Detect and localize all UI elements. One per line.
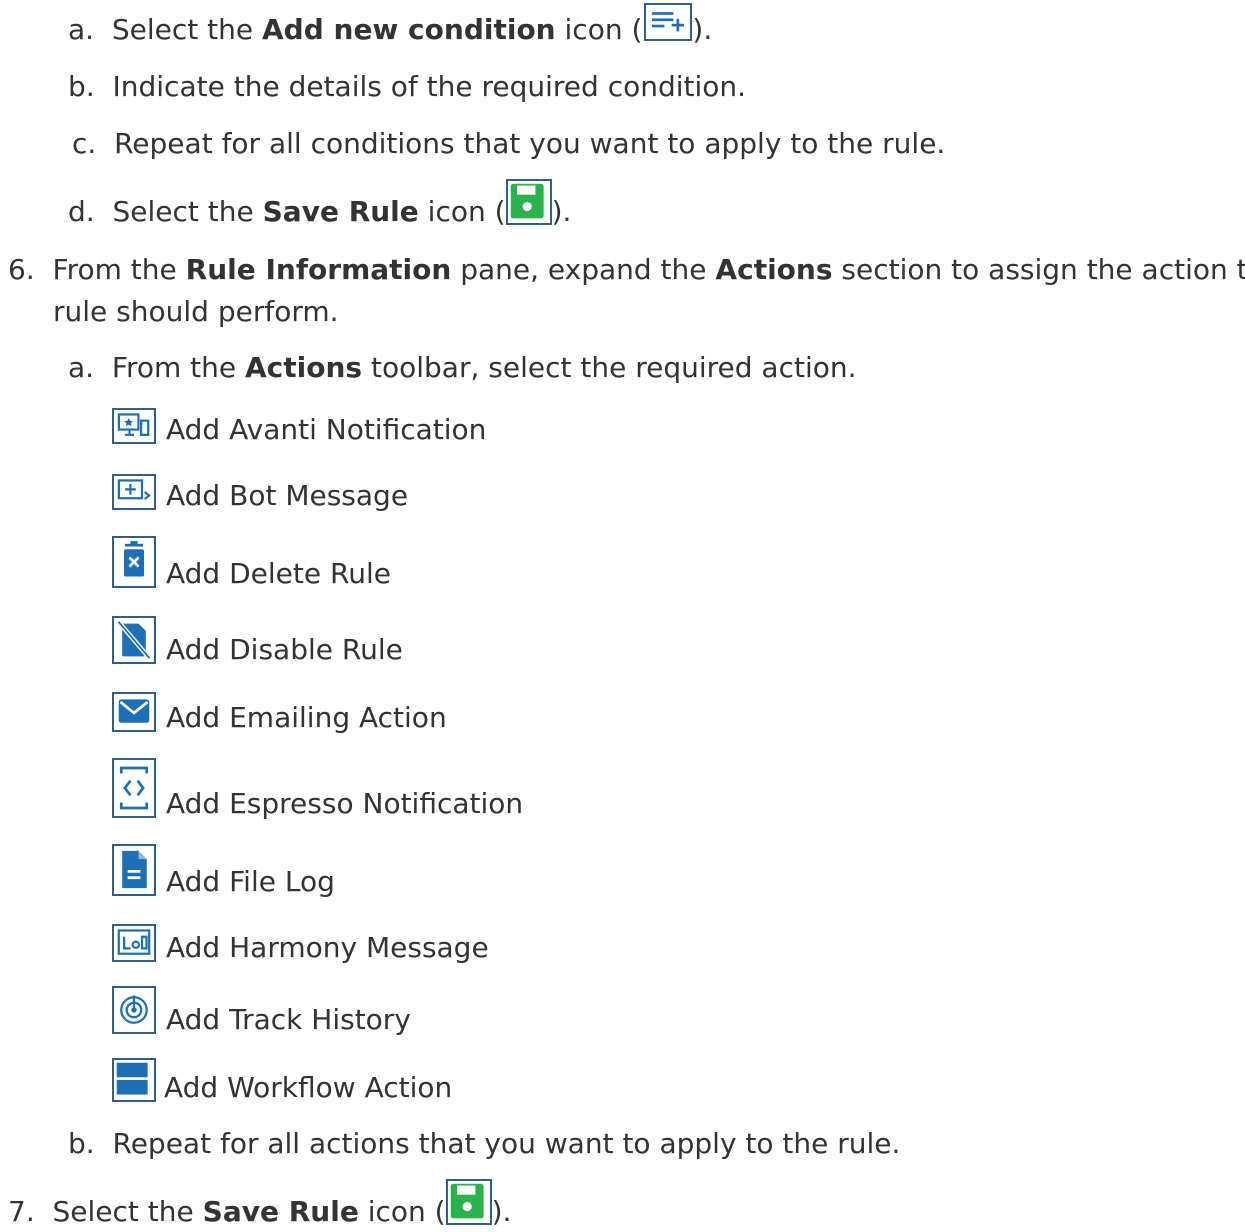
harmony-message-icon — [112, 924, 156, 962]
emailing-action-icon — [112, 692, 156, 732]
step-5b: b. Indicate the details of the required … — [68, 70, 747, 103]
step-7: 7. Select the Save Rule icon ( ). — [8, 1179, 511, 1232]
step-6b: b. Repeat for all actions that you want … — [68, 1127, 901, 1160]
espresso-notification-icon — [112, 758, 156, 818]
file-log-icon — [112, 844, 156, 896]
step-5c: c. Repeat for all conditions that you wa… — [72, 127, 946, 160]
step-6-line2: rule should perform. — [53, 295, 339, 328]
disable-rule-icon — [112, 616, 156, 664]
workflow-action-icon — [112, 1058, 156, 1102]
add-new-condition-icon — [644, 3, 693, 41]
step-6: 6. From the Rule Information pane, expan… — [8, 253, 1245, 286]
step-6a: a. From the Actions toolbar, select the … — [68, 351, 857, 384]
step-5d: d. Select the Save Rule icon ( ). — [68, 179, 571, 232]
save-rule-icon — [505, 179, 552, 225]
delete-rule-icon — [112, 536, 156, 588]
step-5a: a. Select the Add new condition icon ( )… — [68, 3, 712, 50]
bot-message-icon — [112, 474, 156, 510]
track-history-icon — [112, 986, 156, 1034]
avanti-notification-icon — [112, 408, 156, 444]
save-rule-icon — [445, 1179, 492, 1225]
